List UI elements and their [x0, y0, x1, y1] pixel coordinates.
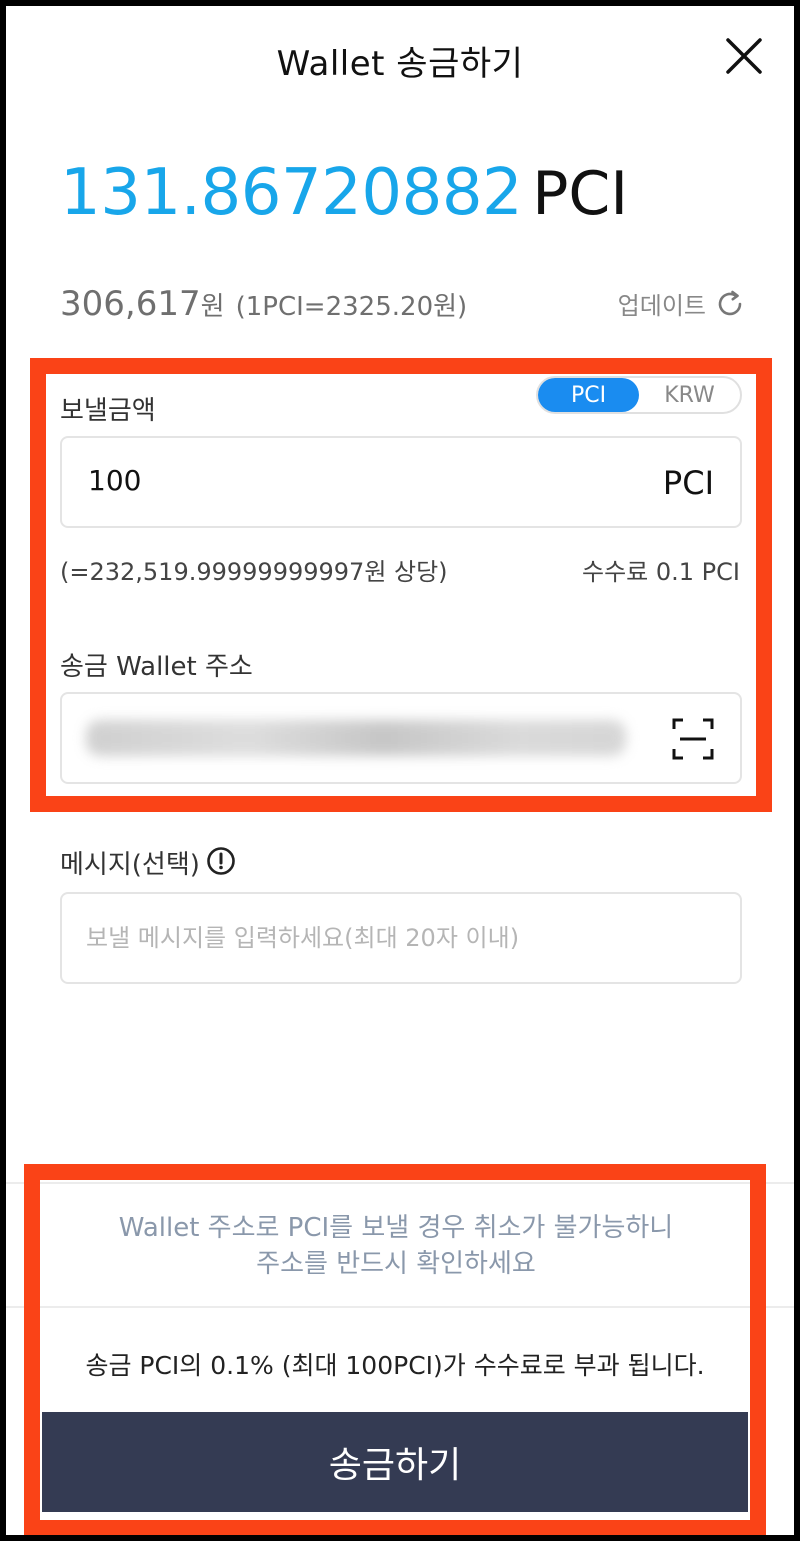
balance-amount: 131.86720882	[60, 156, 523, 230]
message-label: 메시지(선택)	[60, 850, 200, 880]
krw-won: 원	[200, 292, 225, 322]
balance-display: 131.86720882 PCI	[60, 156, 628, 230]
fee-label: 수수료 0.1 PCI	[582, 558, 740, 586]
exchange-rate: (1PCI=2325.20원)	[235, 292, 468, 322]
wallet-address-label: 송금 Wallet 주소	[60, 652, 253, 682]
toggle-krw[interactable]: KRW	[639, 378, 740, 412]
currency-toggle[interactable]: PCI KRW	[536, 376, 742, 414]
warning-line-1: Wallet 주소로 PCI를 보낼 경우 취소가 불가능하니	[118, 1213, 674, 1243]
page-title: Wallet 송금하기	[276, 44, 524, 84]
close-icon[interactable]	[724, 36, 764, 76]
krw-value: 306,617	[60, 284, 201, 324]
update-button[interactable]: 업데이트	[618, 286, 746, 321]
send-button[interactable]: 송금하기	[42, 1412, 748, 1512]
wallet-send-screen: Wallet 송금하기 131.86720882 PCI 306,617원 (1P…	[6, 6, 794, 1535]
bottom-divider-mid	[6, 1306, 794, 1308]
blurred-address-value	[86, 720, 626, 756]
warning-line-2: 주소를 반드시 확인하세요	[256, 1249, 536, 1279]
balance-unit: PCI	[532, 159, 629, 229]
message-input[interactable]	[60, 892, 742, 984]
update-label: 업데이트	[617, 292, 706, 320]
warning-text: Wallet 주소로 PCI를 보낼 경우 취소가 불가능하니 주소를 반드시 …	[46, 1210, 746, 1282]
bottom-divider-top	[6, 1182, 794, 1184]
toggle-pci[interactable]: PCI	[538, 378, 639, 412]
qr-scan-icon[interactable]	[670, 716, 716, 762]
krw-balance: 306,617원 (1PCI=2325.20원)	[60, 284, 467, 324]
wallet-address-field[interactable]	[60, 692, 742, 784]
krw-equivalent: (=232,519.99999999997원 상당)	[60, 558, 448, 586]
amount-unit: PCI	[662, 464, 714, 502]
refresh-icon	[718, 290, 742, 315]
amount-field[interactable]: 100 PCI	[60, 436, 742, 528]
fee-notice: 송금 PCI의 0.1% (최대 100PCI)가 수수료로 부과 됩니다.	[85, 1351, 705, 1380]
send-amount-label: 보낼금액	[60, 396, 156, 426]
amount-value: 100	[88, 464, 142, 497]
info-icon[interactable]	[206, 846, 236, 876]
